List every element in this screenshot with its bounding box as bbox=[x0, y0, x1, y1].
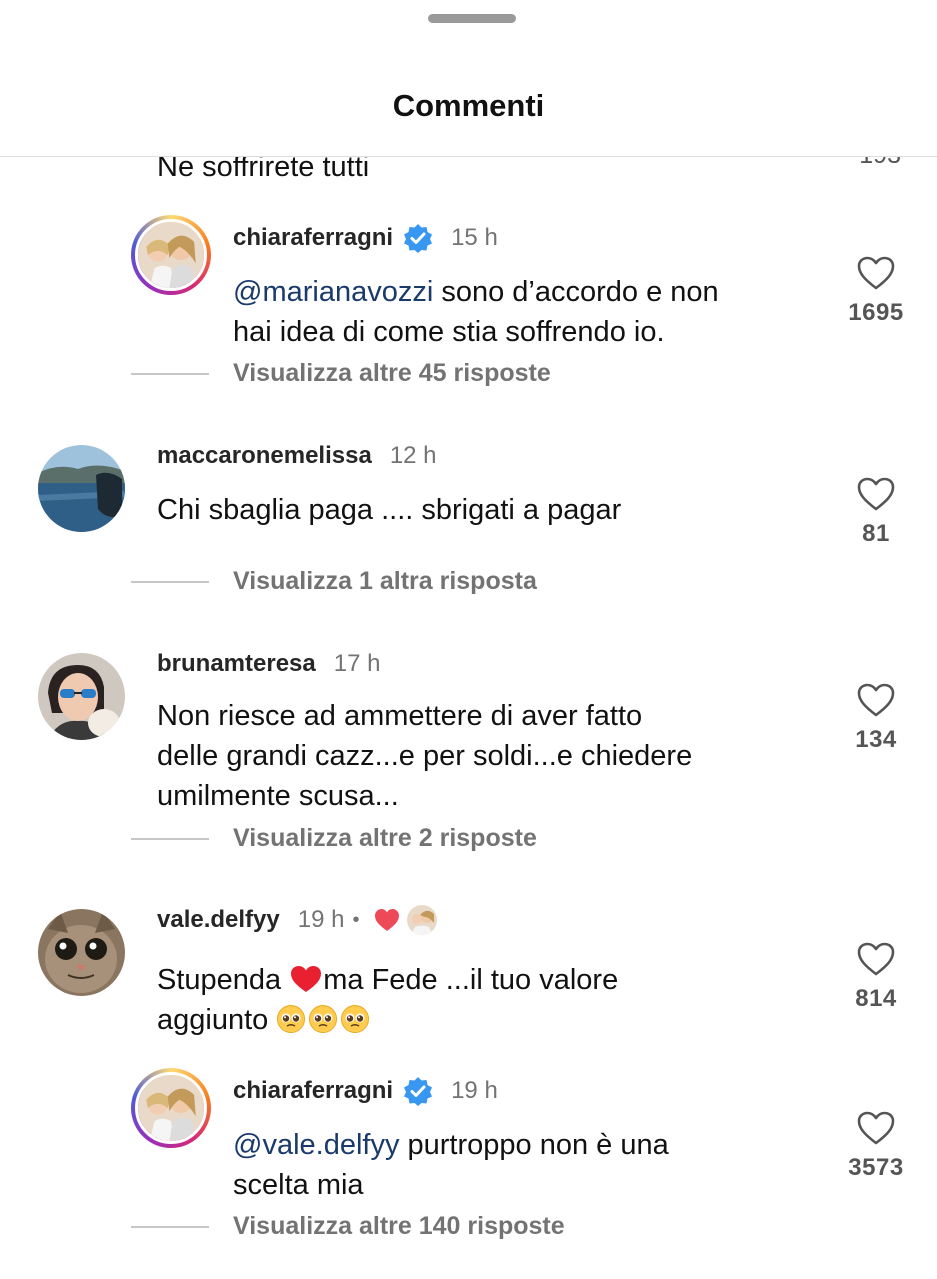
separator-dot: • bbox=[352, 908, 360, 931]
like-count: 81 bbox=[862, 520, 890, 547]
replies-divider bbox=[131, 580, 209, 583]
comment-text-line: delle grandi cazz...e per soldi...e chie… bbox=[157, 740, 693, 772]
heart-icon bbox=[857, 683, 895, 717]
avatar[interactable] bbox=[131, 215, 211, 295]
like-count: 134 bbox=[855, 726, 897, 753]
like-button[interactable]: 3573 bbox=[841, 1110, 911, 1182]
page-title: Commenti bbox=[392, 88, 545, 123]
avatar-photo-icon bbox=[138, 222, 204, 288]
replies-divider bbox=[131, 1225, 209, 1228]
comment-text-line: scelta mia bbox=[233, 1169, 364, 1201]
username[interactable]: maccaronemelissa bbox=[157, 442, 372, 470]
comment-time: 19 h bbox=[297, 906, 345, 933]
pleading-face-icon bbox=[277, 1005, 306, 1033]
avatar[interactable] bbox=[38, 445, 125, 532]
avatar-photo-icon bbox=[38, 909, 125, 996]
comment-text: Chi sbaglia paga .... sbrigati a pagar bbox=[157, 490, 621, 530]
replies-divider bbox=[131, 837, 209, 840]
comment-time: 19 h bbox=[451, 1077, 498, 1104]
username[interactable]: vale.delfyy bbox=[157, 906, 280, 934]
comment-text: @marianavozzi sono d’accordo e non hai i… bbox=[233, 272, 719, 352]
comment-text-line: purtroppo non è una bbox=[399, 1129, 669, 1161]
avatar-photo-icon bbox=[38, 653, 125, 740]
view-replies-button[interactable]: Visualizza altre 2 risposte bbox=[131, 824, 537, 853]
avatar[interactable] bbox=[38, 653, 125, 740]
comment-text-line: umilmente scusa... bbox=[157, 780, 399, 812]
view-replies-button[interactable]: Visualizza 1 altra risposta bbox=[131, 567, 537, 596]
username[interactable]: brunamteresa bbox=[157, 650, 316, 678]
comment-text: Stupenda ma Fede ...il tuo valore aggiun… bbox=[157, 960, 618, 1040]
like-button[interactable]: 1695 bbox=[841, 255, 911, 327]
heart-icon bbox=[857, 1111, 895, 1145]
like-count: 193 bbox=[859, 157, 901, 170]
view-replies-label: Visualizza 1 altra risposta bbox=[233, 567, 537, 595]
heart-icon bbox=[857, 477, 895, 511]
username[interactable]: chiaraferragni bbox=[233, 1077, 393, 1105]
heart-icon bbox=[857, 256, 895, 290]
avatar-photo-icon bbox=[138, 1075, 204, 1141]
comment-text-line: Stupenda bbox=[157, 964, 290, 996]
comment-text: @vale.delfyy purtroppo non è una scelta … bbox=[233, 1125, 669, 1205]
heart-icon bbox=[857, 942, 895, 976]
comment-time: 15 h bbox=[451, 224, 498, 251]
comment-text-line: Chi sbaglia paga .... sbrigati a pagar bbox=[157, 494, 622, 526]
pleading-face-icon bbox=[309, 1005, 338, 1033]
verified-badge-icon bbox=[404, 224, 433, 253]
creator-avatar-photo-icon bbox=[407, 905, 438, 935]
like-count: 814 bbox=[855, 985, 897, 1012]
view-replies-label: Visualizza altre 140 risposte bbox=[233, 1212, 565, 1240]
pleading-face-icon bbox=[341, 1005, 370, 1033]
comment-time: 17 h bbox=[333, 650, 381, 677]
mention-link[interactable]: @vale.delfyy bbox=[233, 1129, 399, 1161]
comment-time: 12 h bbox=[389, 442, 437, 469]
username[interactable]: chiaraferragni bbox=[233, 224, 393, 252]
like-count: 1695 bbox=[848, 299, 904, 326]
creator-liked-heart-icon bbox=[375, 909, 400, 931]
comment-text-line: hai idea di come stia soffrendo io. bbox=[233, 316, 665, 348]
creator-avatar bbox=[407, 905, 438, 935]
like-count: 3573 bbox=[848, 1154, 904, 1181]
avatar[interactable] bbox=[131, 1068, 211, 1148]
view-replies-button[interactable]: Visualizza altre 140 risposte bbox=[131, 1212, 565, 1241]
verified-badge-icon bbox=[404, 1077, 433, 1106]
comment-text-line: Non riesce ad ammettere di aver fatto bbox=[157, 700, 643, 732]
clipped-comment: Ne soffrirete tutti 193 bbox=[0, 157, 937, 187]
like-button[interactable]: 814 bbox=[841, 941, 911, 1013]
comment-text-line: sono d’accordo e non bbox=[433, 276, 719, 308]
comment-text-line: ma Fede ...il tuo valore bbox=[323, 964, 619, 996]
view-replies-label: Visualizza altre 45 risposte bbox=[233, 359, 551, 387]
like-button[interactable]: 81 bbox=[841, 476, 911, 548]
replies-divider bbox=[131, 372, 209, 375]
comment-text-line: aggiunto bbox=[157, 1004, 277, 1036]
mention-link[interactable]: @marianavozzi bbox=[233, 276, 433, 308]
comment-text: Ne soffrirete tutti bbox=[157, 157, 370, 183]
sheet-drag-handle[interactable] bbox=[428, 14, 516, 23]
avatar-photo-icon bbox=[38, 445, 125, 532]
like-button[interactable]: 134 bbox=[841, 682, 911, 754]
view-replies-button[interactable]: Visualizza altre 45 risposte bbox=[131, 359, 551, 388]
comment-text: Non riesce ad ammettere di aver fatto de… bbox=[157, 696, 692, 816]
avatar[interactable] bbox=[38, 909, 125, 996]
red-heart-emoji-icon bbox=[291, 966, 322, 992]
view-replies-label: Visualizza altre 2 risposte bbox=[233, 824, 537, 852]
